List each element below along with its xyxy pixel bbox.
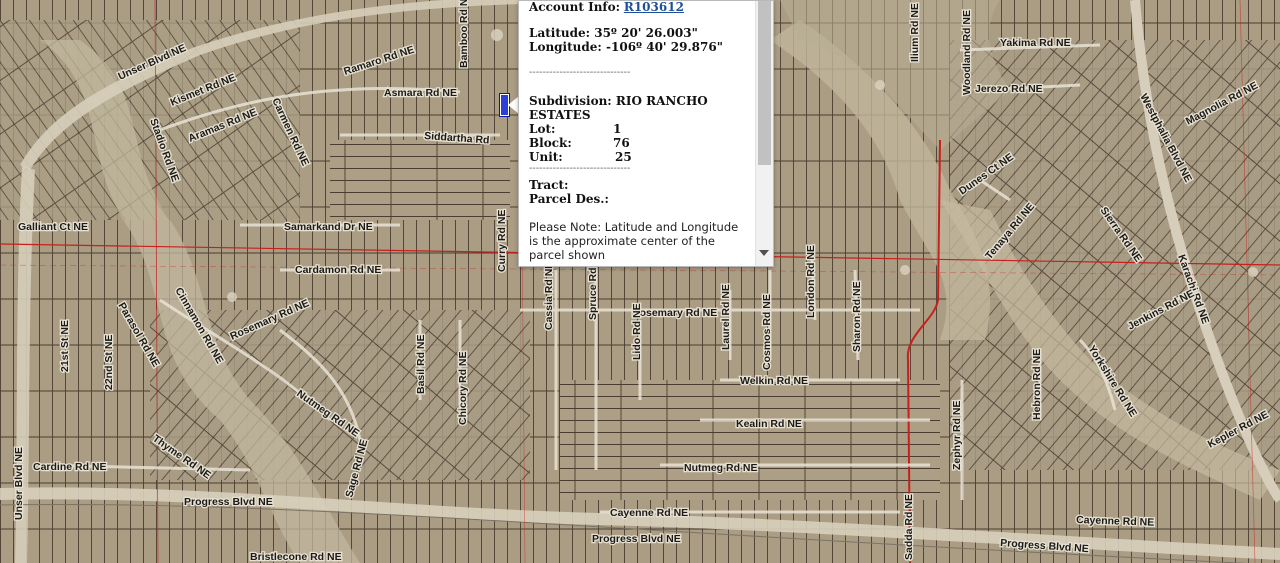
street-label: Yakima Rd NE xyxy=(1000,37,1071,49)
street-label: Progress Blvd NE xyxy=(592,533,681,545)
account-info-label: Account Info: xyxy=(529,0,621,14)
street-label: Hebron Rd NE xyxy=(1031,349,1043,420)
street-label: Cardamon Rd NE xyxy=(295,264,381,276)
scroll-down-arrow-icon[interactable] xyxy=(759,250,769,256)
street-label: Curry Rd NE xyxy=(496,210,508,272)
street-label: Cosmos Rd NE xyxy=(761,294,773,370)
street-label: Jerezo Rd NE xyxy=(975,83,1043,95)
block-value: 76 xyxy=(613,136,630,150)
street-label: Galliant Ct NE xyxy=(18,221,88,233)
street-label: Cayenne Rd NE xyxy=(610,507,688,519)
tract-label: Tract: xyxy=(529,178,569,192)
lot-value: 1 xyxy=(613,122,622,136)
coordinates-note: Please Note: Latitude and Longitude is t… xyxy=(529,220,739,262)
longitude-text: Longitude: -106º 40' 29.876" xyxy=(529,40,723,54)
street-label: Unser Blvd NE xyxy=(13,447,25,520)
parcel-des-label: Parcel Des.: xyxy=(529,192,609,206)
street-label: London Rd NE xyxy=(805,245,817,318)
street-label: Cassia Rd NE xyxy=(543,262,555,330)
street-label: Sadda Rd NE xyxy=(903,494,915,560)
street-label: Samarkand Dr NE xyxy=(284,221,373,233)
street-label: Sharon Rd NE xyxy=(851,281,863,352)
street-label: Kealin Rd NE xyxy=(736,418,802,430)
divider: ------------------------------ xyxy=(529,67,631,78)
street-label: Asmara Rd NE xyxy=(384,87,457,99)
street-label: Cardine Rd NE xyxy=(33,461,107,473)
account-id-link[interactable]: R103612 xyxy=(624,1,684,14)
street-label: 21st St NE xyxy=(59,320,71,372)
popup-scrollbar[interactable] xyxy=(755,1,773,266)
divider: ------------------------------ xyxy=(529,163,631,174)
street-label: Basil Rd NE xyxy=(415,334,427,394)
street-label: Zephyr Rd NE xyxy=(951,401,963,470)
street-label: 22nd St NE xyxy=(103,335,115,390)
street-label: Nutmeg Rd NE xyxy=(684,462,758,474)
lot-label: Lot: xyxy=(529,122,556,136)
block-label: Block: xyxy=(529,136,572,150)
street-label: Ilium Rd NE xyxy=(909,3,921,62)
street-label: Bristlecone Rd NE xyxy=(250,551,342,563)
street-label: Lido Rd NE xyxy=(631,303,643,360)
latitude-text: Latitude: 35º 20' 26.003" xyxy=(529,26,698,40)
parcel-info-popup: Account Info: R103612 Latitude: 35º 20' … xyxy=(518,0,774,267)
street-label: Welkin Rd NE xyxy=(740,375,808,387)
street-label: Progress Blvd NE xyxy=(184,496,273,508)
street-label: Bamboo Rd NE xyxy=(458,0,470,68)
popup-content: Account Info: R103612 Latitude: 35º 20' … xyxy=(529,1,751,262)
scroll-thumb[interactable] xyxy=(758,1,771,165)
street-label: Rosemary Rd NE xyxy=(632,307,717,319)
subdivision-label: Subdivision: xyxy=(529,94,612,108)
street-label: Chicory Rd NE xyxy=(457,351,469,425)
street-label: Woodland Rd NE xyxy=(961,10,973,95)
street-label: Laurel Rd NE xyxy=(720,284,732,350)
